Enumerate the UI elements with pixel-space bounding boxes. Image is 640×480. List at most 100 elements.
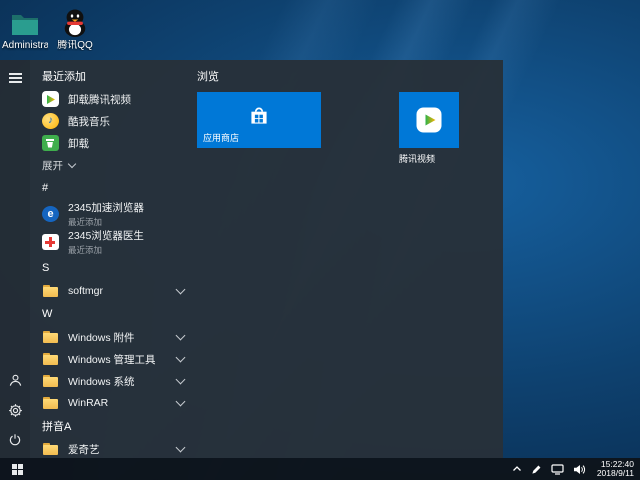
app-label: 卸载 bbox=[68, 136, 89, 151]
app-letter-header[interactable]: W bbox=[30, 302, 196, 326]
app-label: 卸载腾讯视频 bbox=[68, 92, 131, 107]
tile-app-store[interactable]: 应用商店 bbox=[197, 92, 321, 148]
folder-icon bbox=[42, 351, 59, 368]
app-label: 2345加速浏览器 bbox=[68, 200, 144, 215]
app-row-text: 2345加速浏览器最近添加 bbox=[68, 200, 144, 228]
folder-icon bbox=[10, 6, 40, 38]
menu-button[interactable] bbox=[1, 64, 29, 92]
pen-tray-button[interactable] bbox=[531, 464, 542, 475]
chevron-down-icon bbox=[68, 159, 76, 167]
doctor2345-icon bbox=[42, 234, 59, 250]
app-label: 2345浏览器医生 bbox=[68, 228, 144, 243]
gear-icon bbox=[8, 403, 23, 418]
chevron-down-icon bbox=[176, 443, 186, 453]
power-button[interactable] bbox=[1, 426, 29, 454]
app-sublabel: 最近添加 bbox=[68, 244, 144, 256]
folder-icon bbox=[42, 441, 59, 458]
tv-icon bbox=[42, 91, 59, 107]
folder-icon bbox=[42, 329, 59, 346]
app-folder-row[interactable]: Windows 附件 bbox=[30, 326, 196, 348]
tencent-video-icon bbox=[415, 106, 443, 134]
start-menu: 最近添加卸载腾讯视频酷我音乐卸载展开#2345加速浏览器最近添加2345浏览器医… bbox=[0, 60, 503, 458]
app-list: 最近添加卸载腾讯视频酷我音乐卸载展开#2345加速浏览器最近添加2345浏览器医… bbox=[30, 60, 196, 458]
app-row-text: WinRAR bbox=[68, 397, 108, 409]
kuwo-icon bbox=[42, 113, 59, 129]
chevron-down-icon bbox=[176, 331, 186, 341]
folder-icon bbox=[42, 373, 59, 390]
taskbar: 15:22:40 2018/9/11 bbox=[0, 458, 640, 480]
app-label: softmgr bbox=[68, 285, 103, 297]
app-letter-header[interactable]: # bbox=[30, 176, 196, 200]
taskbar-clock[interactable]: 15:22:40 2018/9/11 bbox=[597, 460, 634, 479]
app-folder-row[interactable]: softmgr bbox=[30, 280, 196, 302]
desktop-icon-qq[interactable]: 腾讯QQ bbox=[52, 6, 98, 51]
desktop-icon-label: 腾讯QQ bbox=[57, 40, 93, 51]
app-label: 爱奇艺 bbox=[68, 442, 100, 457]
app-row-text: 爱奇艺 bbox=[68, 442, 100, 457]
app-sublabel: 最近添加 bbox=[68, 216, 144, 228]
chevron-down-icon bbox=[176, 353, 186, 363]
app-row-text: Windows 附件 bbox=[68, 330, 135, 345]
hamburger-icon bbox=[9, 73, 22, 75]
tile-label: 应用商店 bbox=[203, 131, 239, 144]
app-list-label: 最近添加 bbox=[30, 64, 196, 88]
store-icon bbox=[246, 103, 272, 129]
chevron-up-icon bbox=[512, 465, 522, 473]
app-folder-row[interactable]: Windows 系统 bbox=[30, 370, 196, 392]
tile-group-header[interactable]: 浏览 bbox=[197, 68, 503, 86]
volume-icon bbox=[573, 464, 586, 475]
clock-date: 2018/9/11 bbox=[597, 469, 634, 479]
expand-button[interactable]: 展开 bbox=[30, 154, 196, 176]
app-label: Windows 管理工具 bbox=[68, 352, 156, 367]
settings-button[interactable] bbox=[1, 396, 29, 424]
desktop: Administra... 腾讯QQ bbox=[0, 0, 640, 480]
app-folder-row[interactable]: WinRAR bbox=[30, 392, 196, 414]
app-row[interactable]: 卸载 bbox=[30, 132, 196, 154]
folder-icon bbox=[42, 283, 59, 300]
desktop-icon-area: Administra... 腾讯QQ bbox=[2, 6, 98, 51]
tile-row: 应用商店 腾讯视频 bbox=[197, 92, 503, 165]
user-button[interactable] bbox=[1, 366, 29, 394]
tile-label: 腾讯视频 bbox=[399, 152, 459, 165]
expand-label: 展开 bbox=[42, 158, 63, 173]
app-label: Windows 附件 bbox=[68, 330, 135, 345]
app-row[interactable]: 2345加速浏览器最近添加 bbox=[30, 200, 196, 228]
tile-tencent-video[interactable]: 腾讯视频 bbox=[399, 92, 459, 165]
app-folder-row[interactable]: 爱奇艺 bbox=[30, 438, 196, 458]
app-row[interactable]: 酷我音乐 bbox=[30, 110, 196, 132]
app-letter-header[interactable]: S bbox=[30, 256, 196, 280]
app-row-text: 2345浏览器医生最近添加 bbox=[68, 228, 144, 256]
app-row[interactable]: 卸载腾讯视频 bbox=[30, 88, 196, 110]
network-tray-button[interactable] bbox=[551, 464, 564, 475]
desktop-icon-label: Administra... bbox=[2, 40, 48, 51]
app-row-text: 卸载腾讯视频 bbox=[68, 92, 131, 107]
app-label: Windows 系统 bbox=[68, 374, 135, 389]
volume-tray-button[interactable] bbox=[573, 464, 586, 475]
app-label: 酷我音乐 bbox=[68, 114, 110, 129]
chevron-down-icon bbox=[176, 285, 186, 295]
system-tray: 15:22:40 2018/9/11 bbox=[512, 458, 640, 480]
browser2345-icon bbox=[42, 206, 59, 222]
chevron-down-icon bbox=[176, 397, 186, 407]
pen-icon bbox=[531, 464, 542, 475]
start-menu-rail bbox=[0, 60, 30, 458]
network-icon bbox=[551, 464, 564, 475]
folder-icon bbox=[42, 395, 59, 412]
app-label: WinRAR bbox=[68, 397, 108, 409]
uninstall-icon bbox=[42, 135, 59, 151]
qq-icon bbox=[61, 6, 89, 38]
app-row-text: Windows 系统 bbox=[68, 374, 135, 389]
app-row[interactable]: 2345浏览器医生最近添加 bbox=[30, 228, 196, 256]
start-button[interactable] bbox=[0, 458, 34, 480]
app-letter-header[interactable]: 拼音A bbox=[30, 414, 196, 438]
app-folder-row[interactable]: Windows 管理工具 bbox=[30, 348, 196, 370]
app-row-text: Windows 管理工具 bbox=[68, 352, 156, 367]
power-icon bbox=[8, 433, 22, 447]
chevron-down-icon bbox=[176, 375, 186, 385]
user-icon bbox=[8, 373, 23, 388]
tiles-pane: 浏览 应用商店 bbox=[196, 60, 503, 458]
hidden-icons-button[interactable] bbox=[512, 465, 522, 473]
desktop-icon-administrator[interactable]: Administra... bbox=[2, 6, 48, 51]
app-row-text: 卸载 bbox=[68, 136, 89, 151]
rail-bottom-group bbox=[1, 366, 29, 454]
